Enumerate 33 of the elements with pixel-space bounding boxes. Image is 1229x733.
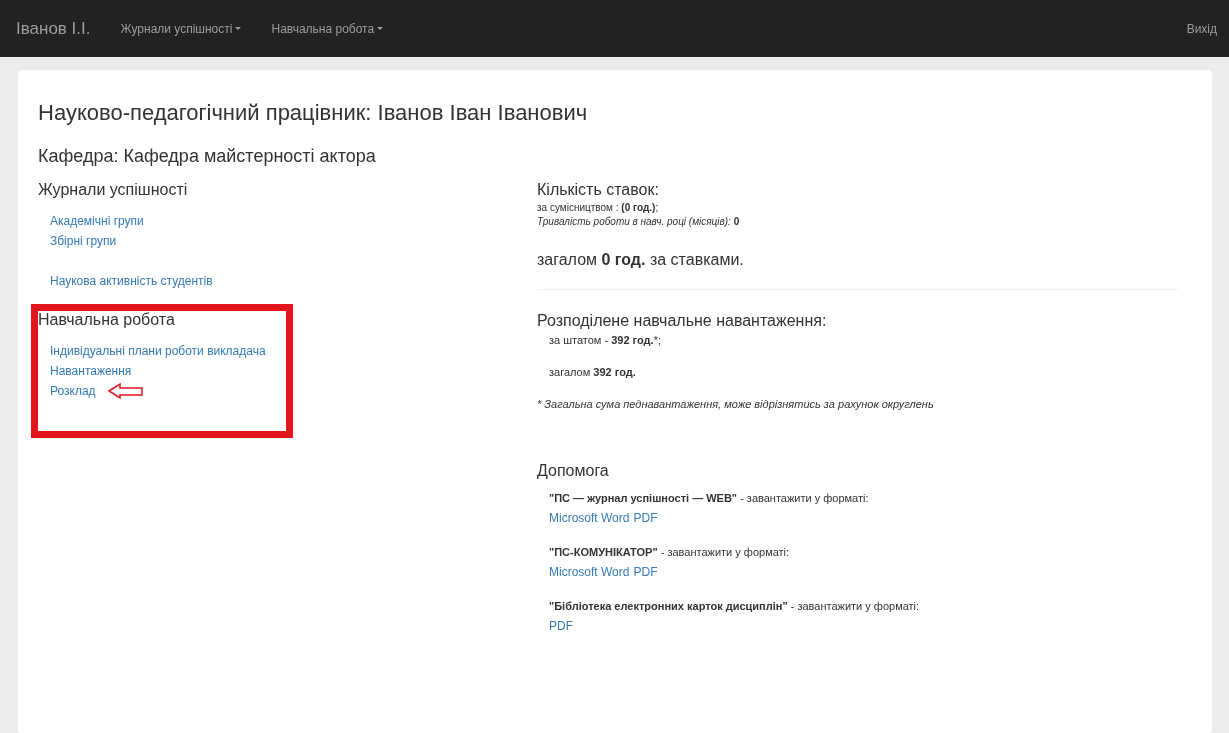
- section-heading: Журнали успішності: [38, 181, 188, 199]
- rates-heading: Кількість ставок:: [537, 181, 660, 199]
- caret-icon: [235, 27, 242, 30]
- sidebar-link[interactable]: Розклад: [50, 381, 96, 401]
- sidebar-link[interactable]: Індивідуальні плани роботи викладача: [50, 341, 266, 361]
- help-item-text: "Бібліотека електронних карток дисциплін" - завантажити у форматі:: [549, 600, 920, 612]
- sidebar-link[interactable]: Наукова активність студентів: [50, 271, 213, 291]
- download-link[interactable]: PDF: [633, 508, 658, 528]
- load-line: загалом 392 год.: [549, 366, 636, 378]
- footnote: * Загальна сума педнавантаження, може відрізнятись за рахунок округлень: [537, 398, 934, 410]
- brand-link[interactable]: Іванов І.І.: [16, 18, 91, 39]
- logout-link[interactable]: Вихід: [1186, 21, 1217, 36]
- caret-icon: [377, 27, 384, 30]
- sidebar-link[interactable]: Збірні групи: [50, 231, 117, 251]
- sidebar-link[interactable]: Навантаження: [50, 361, 132, 381]
- download-link[interactable]: Microsoft Word: [549, 562, 630, 582]
- department-title: Кафедра: Кафедра майстерності актора: [38, 146, 377, 167]
- rates-total: загалом 0 год. за ставками.: [537, 251, 744, 268]
- download-link[interactable]: Microsoft Word: [549, 508, 630, 528]
- load-line: за штатом - 392 год.*;: [549, 334, 661, 346]
- help-heading: Допомога: [537, 462, 610, 480]
- rates-line: Тривалість роботи в навч. році (місяців): 0: [537, 216, 740, 227]
- download-link[interactable]: PDF: [633, 562, 658, 582]
- help-item-text: "ПС-КОМУНІКАТОР" - завантажити у форматі:: [549, 546, 790, 558]
- sidebar-link[interactable]: Академічні групи: [50, 211, 144, 231]
- section-heading: Навчальна робота: [38, 311, 175, 329]
- help-item-text: "ПС — журнал успішності — WEB" - завантажити у форматі:: [549, 492, 869, 504]
- rates-line: за сумісництвом : (0 год.);: [537, 202, 659, 213]
- nav-menu[interactable]: Навчальна робота: [271, 21, 384, 36]
- page-title: Науково-педагогічний працівник: Іванов Іван Іванович: [38, 100, 589, 126]
- download-link[interactable]: PDF: [549, 616, 573, 636]
- nav-menu[interactable]: Журнали успішності: [120, 21, 242, 36]
- load-heading: Розподілене навчальне навантаження:: [537, 312, 828, 330]
